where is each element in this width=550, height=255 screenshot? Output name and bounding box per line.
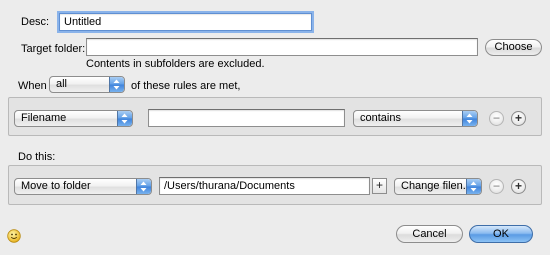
action-add-button[interactable]: + [511, 179, 526, 194]
desc-label: Desc: [21, 16, 50, 28]
rule-attribute-popup[interactable]: Filename [14, 110, 133, 127]
target-folder-label: Target folder: [21, 43, 86, 55]
action-value: Move to folder [21, 180, 91, 192]
filename-option-value: Change filen... [401, 180, 472, 192]
subfolder-note: Contents in subfolders are excluded. [86, 58, 265, 70]
filename-option-popup[interactable]: Change filen... [394, 178, 482, 195]
when-label: When [18, 80, 47, 92]
match-popup-value: all [56, 78, 68, 90]
target-folder-input[interactable] [86, 38, 478, 56]
popup-arrows-icon [136, 179, 151, 194]
destination-path-input[interactable] [159, 177, 370, 195]
action-popup[interactable]: Move to folder [14, 178, 152, 195]
action-remove-button[interactable]: − [489, 179, 504, 194]
rule-operator-popup[interactable]: contains [353, 110, 478, 127]
do-this-label: Do this: [18, 151, 56, 163]
desc-input[interactable] [59, 13, 312, 31]
ok-button[interactable]: OK [469, 225, 533, 243]
popup-arrows-icon [466, 179, 481, 194]
rule-text-input[interactable] [148, 109, 345, 127]
match-popup[interactable]: all [49, 76, 125, 93]
rule-operator-value: contains [360, 112, 401, 124]
choose-button[interactable]: Choose [485, 39, 542, 56]
cancel-button[interactable]: Cancel [396, 225, 463, 243]
rule-add-button[interactable]: + [511, 111, 526, 126]
popup-arrows-icon [109, 77, 124, 92]
rule-remove-button[interactable]: − [489, 111, 504, 126]
popup-arrows-icon [462, 111, 477, 126]
path-add-button[interactable]: + [372, 178, 387, 194]
rules-met-label: of these rules are met, [131, 80, 241, 92]
popup-arrows-icon [117, 111, 132, 126]
rule-attribute-value: Filename [21, 112, 67, 124]
smiley-icon [7, 229, 21, 243]
